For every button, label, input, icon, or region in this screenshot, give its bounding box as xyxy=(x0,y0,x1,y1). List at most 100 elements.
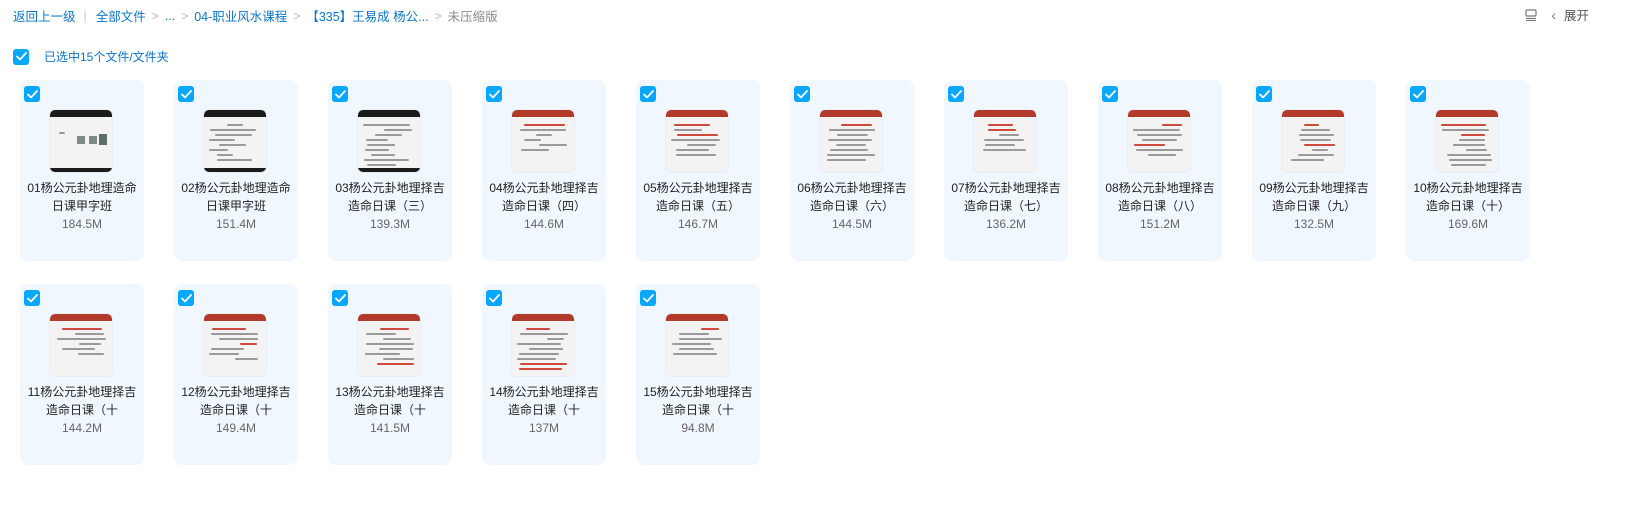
file-name[interactable]: 06杨公元卦地理择吉造命日课（六） xyxy=(796,179,908,215)
breadcrumb-ellipsis[interactable]: ... xyxy=(165,9,175,23)
video-thumbnail[interactable] xyxy=(204,110,266,172)
thumbnail-line xyxy=(235,358,258,360)
thumbnail-line xyxy=(75,333,104,335)
file-name[interactable]: 01杨公元卦地理造命日课甲字班 xyxy=(26,179,138,215)
file-checkbox[interactable] xyxy=(178,290,194,306)
file-name[interactable]: 02杨公元卦地理造命日课甲字班 xyxy=(180,179,292,215)
video-thumbnail[interactable] xyxy=(1128,110,1190,172)
file-checkbox[interactable] xyxy=(1102,86,1118,102)
chevron-left-icon[interactable]: ‹ xyxy=(1551,7,1556,23)
file-name[interactable]: 14杨公元卦地理择吉造命日课（十 xyxy=(488,383,600,419)
file-card[interactable]: 08杨公元卦地理择吉造命日课（八） 151.2M xyxy=(1098,80,1222,261)
thumbnail-bottom-bar xyxy=(204,168,266,172)
thumbnail-line xyxy=(679,338,722,340)
video-thumbnail[interactable] xyxy=(50,314,112,376)
file-card[interactable]: 01杨公元卦地理造命日课甲字班 184.5M xyxy=(20,80,144,261)
thumbnail-line xyxy=(520,333,568,335)
file-card[interactable]: 12杨公元卦地理择吉造命日课（十 149.4M xyxy=(174,284,298,465)
video-thumbnail[interactable] xyxy=(820,110,882,172)
thumbnail-line xyxy=(62,348,95,350)
file-checkbox[interactable] xyxy=(640,290,656,306)
thumbnail-line xyxy=(827,154,875,156)
thumbnail-line xyxy=(379,348,413,350)
file-card[interactable]: 14杨公元卦地理择吉造命日课（十 137M xyxy=(482,284,606,465)
file-name[interactable]: 08杨公元卦地理择吉造命日课（八） xyxy=(1104,179,1216,215)
thumbnail-line xyxy=(517,358,556,360)
file-name[interactable]: 09杨公元卦地理择吉造命日课（九） xyxy=(1258,179,1370,215)
video-thumbnail[interactable] xyxy=(666,314,728,376)
thumbnail-line xyxy=(365,353,400,355)
file-card[interactable]: 05杨公元卦地理择吉造命日课（五） 146.7M xyxy=(636,80,760,261)
thumbnail-line xyxy=(57,338,106,340)
file-name[interactable]: 13杨公元卦地理择吉造命日课（十 xyxy=(334,383,446,419)
file-checkbox[interactable] xyxy=(486,86,502,102)
file-checkbox[interactable] xyxy=(948,86,964,102)
file-checkbox[interactable] xyxy=(640,86,656,102)
file-checkbox[interactable] xyxy=(1410,86,1426,102)
file-card[interactable]: 06杨公元卦地理择吉造命日课（六） 144.5M xyxy=(790,80,914,261)
video-thumbnail[interactable] xyxy=(1436,110,1498,172)
file-card[interactable]: 13杨公元卦地理择吉造命日课（十 141.5M xyxy=(328,284,452,465)
file-checkbox[interactable] xyxy=(24,86,40,102)
file-card[interactable]: 15杨公元卦地理择吉造命日课（十 94.8M xyxy=(636,284,760,465)
video-thumbnail[interactable] xyxy=(1282,110,1344,172)
thumbnail-page xyxy=(517,122,569,164)
breadcrumb-separator-icon: > xyxy=(293,8,301,23)
breadcrumb-level-2[interactable]: 【335】王易成 杨公... xyxy=(306,6,428,25)
select-all-row: 已选中15个文件/文件夹 xyxy=(13,48,169,65)
file-name[interactable]: 15杨公元卦地理择吉造命日课（十 xyxy=(642,383,754,419)
thumbnail-line xyxy=(217,154,233,156)
video-thumbnail[interactable] xyxy=(358,314,420,376)
file-name[interactable]: 05杨公元卦地理择吉造命日课（五） xyxy=(642,179,754,215)
check-icon xyxy=(334,293,346,302)
video-thumbnail[interactable] xyxy=(358,110,420,172)
file-card[interactable]: 02杨公元卦地理造命日课甲字班 151.4M xyxy=(174,80,298,261)
file-checkbox[interactable] xyxy=(332,86,348,102)
video-thumbnail[interactable] xyxy=(974,110,1036,172)
file-checkbox[interactable] xyxy=(24,290,40,306)
video-thumbnail[interactable] xyxy=(666,110,728,172)
thumbnail-line xyxy=(1301,129,1330,131)
thumbnail-line xyxy=(524,124,565,126)
list-view-icon[interactable] xyxy=(1525,8,1537,21)
file-checkbox[interactable] xyxy=(332,290,348,306)
thumbnail-line xyxy=(836,144,866,146)
file-card[interactable]: 03杨公元卦地理择吉造命日课（三） 139.3M xyxy=(328,80,452,261)
thumbnail-top-bar xyxy=(512,314,574,321)
thumbnail-line xyxy=(59,132,65,134)
check-icon xyxy=(26,293,38,302)
thumbnail-line xyxy=(526,328,550,330)
file-checkbox[interactable] xyxy=(794,86,810,102)
video-thumbnail[interactable] xyxy=(50,110,112,172)
breadcrumb-all-files[interactable]: 全部文件 xyxy=(96,6,146,25)
file-name[interactable]: 03杨公元卦地理择吉造命日课（三） xyxy=(334,179,446,215)
video-thumbnail[interactable] xyxy=(204,314,266,376)
file-size: 146.7M xyxy=(677,217,719,231)
select-all-checkbox[interactable] xyxy=(13,48,29,65)
file-name[interactable]: 07杨公元卦地理择吉造命日课（七） xyxy=(950,179,1062,215)
thumbnail-line xyxy=(536,134,552,136)
file-name[interactable]: 12杨公元卦地理择吉造命日课（十 xyxy=(180,383,292,419)
file-size: 144.2M xyxy=(61,421,103,435)
expand-button[interactable]: 展开 xyxy=(1564,5,1589,24)
video-thumbnail[interactable] xyxy=(512,314,574,376)
thumbnail-line xyxy=(679,333,709,335)
file-card[interactable]: 10杨公元卦地理择吉造命日课（十） 169.6M xyxy=(1406,80,1530,261)
file-card[interactable]: 04杨公元卦地理择吉造命日课（四） 144.6M xyxy=(482,80,606,261)
file-name[interactable]: 04杨公元卦地理择吉造命日课（四） xyxy=(488,179,600,215)
back-link[interactable]: 返回上一级 xyxy=(13,6,76,25)
file-checkbox[interactable] xyxy=(486,290,502,306)
thumbnail-line xyxy=(1162,124,1182,126)
file-checkbox[interactable] xyxy=(178,86,194,102)
breadcrumb-level-1[interactable]: 04-职业风水课程 xyxy=(194,6,287,25)
video-thumbnail[interactable] xyxy=(512,110,574,172)
file-card[interactable]: 09杨公元卦地理择吉造命日课（九） 132.5M xyxy=(1252,80,1376,261)
file-checkbox[interactable] xyxy=(1256,86,1272,102)
thumbnail-top-bar xyxy=(358,110,420,117)
thumbnail-line xyxy=(676,149,709,151)
thumbnail-line xyxy=(520,129,566,131)
file-name[interactable]: 10杨公元卦地理择吉造命日课（十） xyxy=(1412,179,1524,215)
file-card[interactable]: 11杨公元卦地理择吉造命日课（十 144.2M xyxy=(20,284,144,465)
file-card[interactable]: 07杨公元卦地理择吉造命日课（七） 136.2M xyxy=(944,80,1068,261)
file-name[interactable]: 11杨公元卦地理择吉造命日课（十 xyxy=(26,383,138,419)
